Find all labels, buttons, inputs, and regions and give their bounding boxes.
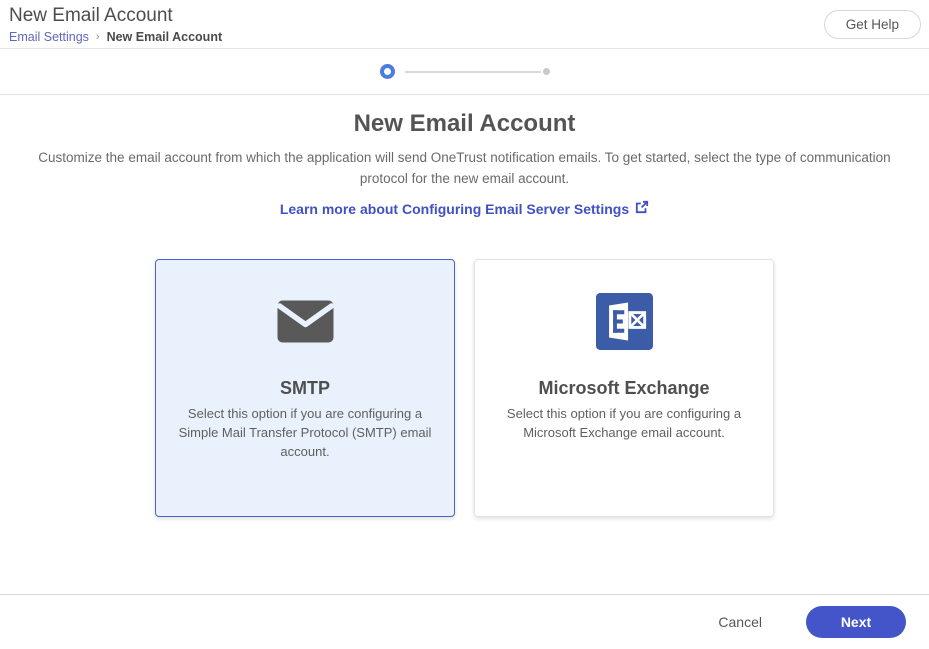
option-card-exchange[interactable]: Microsoft Exchange Select this option if… xyxy=(474,259,774,517)
top-header: New Email Account Email Settings › New E… xyxy=(0,0,929,49)
step-1-active-dot xyxy=(380,64,395,79)
smtp-card-description: Select this option if you are configurin… xyxy=(174,404,436,461)
exchange-icon-wrap xyxy=(596,276,653,372)
smtp-icon-wrap xyxy=(277,276,334,372)
next-button[interactable]: Next xyxy=(806,606,906,638)
page-title: New Email Account xyxy=(9,4,222,28)
protocol-options: SMTP Select this option if you are confi… xyxy=(0,259,929,517)
header-title-block: New Email Account Email Settings › New E… xyxy=(9,4,222,45)
step-2-inactive-dot xyxy=(543,68,550,75)
learn-more-link[interactable]: Learn more about Configuring Email Serve… xyxy=(280,200,649,218)
main-description: Customize the email account from which t… xyxy=(29,147,901,189)
get-help-button[interactable]: Get Help xyxy=(824,10,921,39)
step-connector-line xyxy=(405,71,541,73)
breadcrumb-current: New Email Account xyxy=(107,29,223,45)
wizard-stepper xyxy=(0,49,929,95)
learn-more-label: Learn more about Configuring Email Serve… xyxy=(280,200,629,218)
cancel-button[interactable]: Cancel xyxy=(718,614,762,630)
breadcrumb-separator-icon: › xyxy=(96,29,100,45)
smtp-card-title: SMTP xyxy=(280,377,330,399)
wizard-footer: Cancel Next xyxy=(0,594,929,649)
breadcrumb: Email Settings › New Email Account xyxy=(9,29,222,45)
exchange-card-title: Microsoft Exchange xyxy=(538,377,709,399)
exchange-card-description: Select this option if you are configurin… xyxy=(493,404,755,442)
envelope-icon xyxy=(277,300,334,348)
main-heading: New Email Account xyxy=(0,109,929,139)
breadcrumb-email-settings[interactable]: Email Settings xyxy=(9,29,89,45)
external-link-icon xyxy=(635,200,649,218)
main-content: New Email Account Customize the email ac… xyxy=(0,95,929,594)
option-card-smtp[interactable]: SMTP Select this option if you are confi… xyxy=(155,259,455,517)
ms-exchange-icon xyxy=(596,293,653,355)
